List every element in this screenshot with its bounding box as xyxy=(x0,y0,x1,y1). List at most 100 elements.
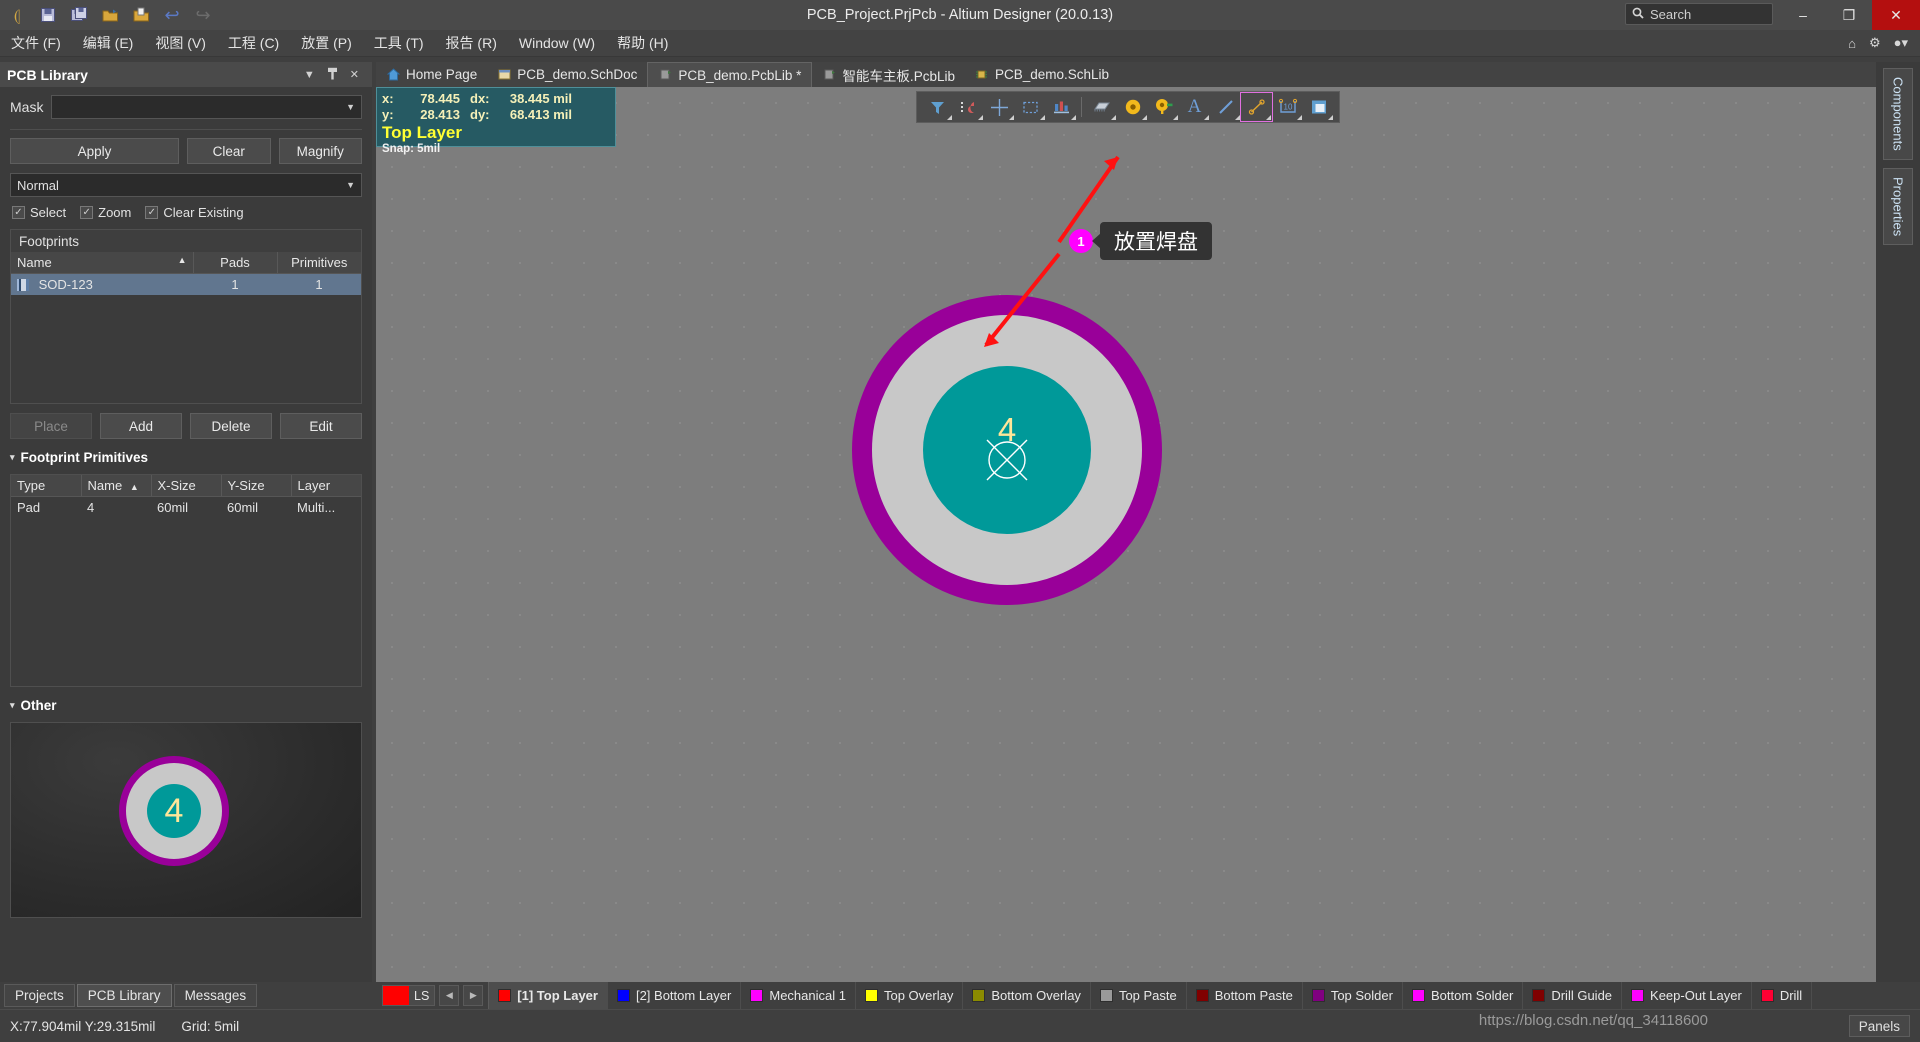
place-pad-icon[interactable] xyxy=(1117,93,1148,121)
layer-tab-top-layer[interactable]: [1] Top Layer xyxy=(488,982,608,1009)
menu-tools[interactable]: 工具 (T) xyxy=(363,30,435,57)
footprint-primitives-section-header[interactable]: ▾ Footprint Primitives xyxy=(10,450,362,465)
user-icon[interactable]: ●▾ xyxy=(1894,35,1908,51)
layer-tab-drill[interactable]: Drill xyxy=(1752,982,1813,1009)
column-header-x-size[interactable]: X-Size xyxy=(151,475,222,497)
column-header-pads[interactable]: Pads xyxy=(193,252,278,274)
checkbox-zoom[interactable]: ✓ Zoom xyxy=(80,205,131,220)
panels-button[interactable]: Panels xyxy=(1848,1015,1910,1037)
open-folder-icon[interactable] xyxy=(99,4,121,26)
panel-tab-messages[interactable]: Messages xyxy=(173,984,258,1007)
menu-reports[interactable]: 报告 (R) xyxy=(435,30,508,57)
tab-home-page[interactable]: Home Page xyxy=(376,62,487,87)
close-button[interactable]: ✕ xyxy=(1872,0,1920,30)
layer-tab-top-overlay[interactable]: Top Overlay xyxy=(856,982,964,1009)
layer-tab-bottom-layer[interactable]: [2] Bottom Layer xyxy=(608,982,742,1009)
close-icon[interactable]: ✕ xyxy=(344,68,365,81)
layer-sets-chip[interactable]: LS xyxy=(382,985,436,1006)
watermark-url: https://blog.csdn.net/qq_34118600 xyxy=(1478,1012,1708,1029)
edit-button[interactable]: Edit xyxy=(280,413,362,439)
menu-file[interactable]: 文件 (F) xyxy=(0,30,72,57)
layer-tab-mechanical-1[interactable]: Mechanical 1 xyxy=(741,982,856,1009)
layer-tab-bottom-overlay[interactable]: Bottom Overlay xyxy=(963,982,1091,1009)
mask-mode-select[interactable]: Normal ▼ xyxy=(10,173,362,197)
column-header-type[interactable]: Type xyxy=(11,475,82,497)
layer-nav-prev-button[interactable]: ◀ xyxy=(439,985,460,1006)
home-icon xyxy=(386,67,400,82)
layer-tab-top-paste[interactable]: Top Paste xyxy=(1091,982,1187,1009)
clear-button[interactable]: Clear xyxy=(187,138,271,164)
properties-tab[interactable]: Properties xyxy=(1883,167,1913,245)
tab-pcb-demo-schdoc[interactable]: PCB_demo.SchDoc xyxy=(487,62,647,87)
menu-window[interactable]: Window (W) xyxy=(508,30,606,57)
other-section-header[interactable]: ▾ Other xyxy=(10,698,362,713)
column-header-name[interactable]: Name ▲ xyxy=(81,475,152,497)
save-icon[interactable] xyxy=(37,4,59,26)
undo-icon[interactable]: ↩ xyxy=(161,4,183,26)
layer-nav-next-button[interactable]: ▶ xyxy=(463,985,484,1006)
layer-tab-top-solder[interactable]: Top Solder xyxy=(1303,982,1403,1009)
place-polygon-icon[interactable] xyxy=(1303,93,1334,121)
place-dimension-icon[interactable] xyxy=(1240,92,1273,122)
maximize-button[interactable]: ❐ xyxy=(1826,0,1872,30)
selection-rect-icon[interactable] xyxy=(1015,93,1046,121)
pad-footprint-shape[interactable]: 4 xyxy=(852,295,1162,605)
panel-dropdown-icon[interactable]: ▼ xyxy=(298,69,321,81)
open-project-icon[interactable] xyxy=(130,4,152,26)
menu-place[interactable]: 放置 (P) xyxy=(290,30,363,57)
place-line-icon[interactable] xyxy=(1210,93,1241,121)
menu-project[interactable]: 工程 (C) xyxy=(217,30,290,57)
crosshair-origin-icon[interactable] xyxy=(984,93,1015,121)
tab-smartcar-mainboard-pcblib[interactable]: 智能车主板.PcbLib xyxy=(812,62,965,87)
table-row[interactable]: SOD-123 1 1 xyxy=(11,273,361,295)
column-header-name[interactable]: Name ▲ xyxy=(11,252,194,274)
place-ic-icon[interactable] xyxy=(1086,93,1117,121)
magnify-button[interactable]: Magnify xyxy=(278,138,362,164)
layer-tab-drill-guide[interactable]: Drill Guide xyxy=(1523,982,1623,1009)
home-icon[interactable]: ⌂ xyxy=(1848,36,1856,51)
altium-logo-icon[interactable]: ⦇ xyxy=(6,4,28,26)
place-coordinate-icon[interactable]: 10 xyxy=(1272,93,1303,121)
place-component-icon[interactable] xyxy=(1046,93,1077,121)
layer-tab-bottom-paste[interactable]: Bottom Paste xyxy=(1187,982,1303,1009)
table-header-row: Type Name ▲ X-Size Y-Size Layer xyxy=(11,475,361,497)
column-header-layer[interactable]: Layer xyxy=(291,475,361,497)
place-text-icon[interactable]: A xyxy=(1179,93,1210,121)
save-all-icon[interactable] xyxy=(68,4,90,26)
pcblib-doc-icon xyxy=(658,68,672,82)
panel-tab-projects[interactable]: Projects xyxy=(4,984,75,1007)
search-input[interactable]: Search xyxy=(1625,3,1773,25)
pcb-editor-canvas[interactable]: 4 x: 78.445 dx: 38.445 mil y: 28.413 dy:… xyxy=(376,87,1876,982)
components-tab[interactable]: Components xyxy=(1883,68,1913,160)
delete-button[interactable]: Delete xyxy=(190,413,272,439)
column-header-y-size[interactable]: Y-Size xyxy=(221,475,292,497)
minimize-button[interactable]: – xyxy=(1780,0,1826,30)
menu-view[interactable]: 视图 (V) xyxy=(144,30,217,57)
place-via-icon[interactable] xyxy=(1148,93,1179,121)
tab-pcb-demo-schlib[interactable]: PCB_demo.SchLib xyxy=(965,62,1119,87)
mask-input[interactable]: ▼ xyxy=(51,95,362,119)
checkbox-select[interactable]: ✓ Select xyxy=(12,205,66,220)
pad-origin-crosshair-icon xyxy=(986,439,1028,481)
filter-icon[interactable] xyxy=(922,93,953,121)
gear-icon[interactable]: ⚙ xyxy=(1869,35,1881,51)
tab-pcb-demo-pcblib[interactable]: PCB_demo.PcbLib * xyxy=(647,62,813,87)
column-header-primitives[interactable]: Primitives xyxy=(277,252,361,274)
layer-tab-bottom-solder[interactable]: Bottom Solder xyxy=(1403,982,1524,1009)
menu-edit[interactable]: 编辑 (E) xyxy=(72,30,145,57)
checkbox-clear-existing[interactable]: ✓ Clear Existing xyxy=(145,205,244,220)
apply-button[interactable]: Apply xyxy=(10,138,180,164)
components-tab-label: Components xyxy=(1890,77,1906,151)
place-button[interactable]: Place xyxy=(10,413,92,439)
magnet-snap-icon[interactable] xyxy=(953,93,984,121)
menu-help[interactable]: 帮助 (H) xyxy=(606,30,679,57)
add-button[interactable]: Add xyxy=(100,413,182,439)
primitives-list-empty-area[interactable] xyxy=(11,518,361,686)
layer-tab-keep-out-layer[interactable]: Keep-Out Layer xyxy=(1622,982,1752,1009)
footprints-list-empty-area[interactable] xyxy=(11,295,361,403)
pin-icon[interactable] xyxy=(321,67,344,83)
chevron-down-icon: ▼ xyxy=(346,180,355,190)
table-row[interactable]: Pad 4 60mil 60mil Multi... xyxy=(11,497,361,519)
footprint-preview[interactable]: 4 xyxy=(10,722,362,918)
panel-tab-pcb-library[interactable]: PCB Library xyxy=(76,984,172,1007)
